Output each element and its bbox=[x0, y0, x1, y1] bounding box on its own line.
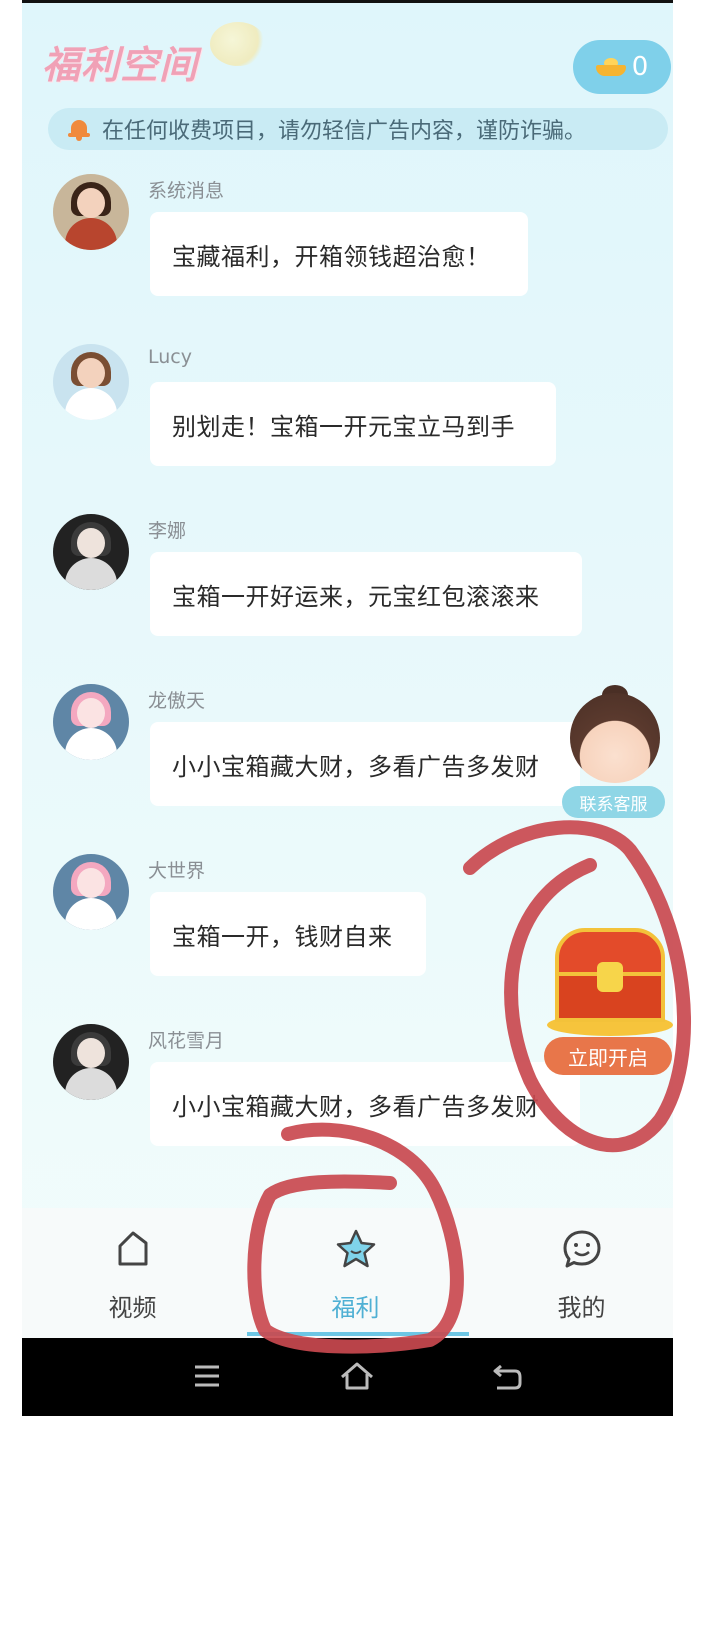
menu-icon[interactable] bbox=[187, 1356, 227, 1396]
message-text: 小小宝箱藏大财，多看广告多发财 bbox=[172, 1092, 540, 1121]
back-icon[interactable] bbox=[487, 1356, 527, 1396]
active-tab-indicator bbox=[247, 1332, 469, 1336]
notice-banner: 在任何收费项目，请勿轻信广告内容，谨防诈骗。 bbox=[48, 108, 668, 150]
title-ingot-decoration bbox=[210, 22, 266, 66]
message-text: 宝箱一开，钱财自来 bbox=[172, 922, 393, 951]
status-line bbox=[22, 0, 673, 3]
star-icon bbox=[336, 1229, 375, 1268]
treasure-chest-icon[interactable] bbox=[547, 928, 673, 1040]
sender-name: 风花雪月 bbox=[148, 1030, 225, 1052]
home-outline-icon[interactable] bbox=[337, 1356, 377, 1396]
system-navigation-bar bbox=[22, 1338, 673, 1416]
message-bubble: 小小宝箱藏大财，多看广告多发财 bbox=[150, 722, 580, 806]
sender-name: 系统消息 bbox=[148, 180, 225, 202]
message-text: 别划走！宝箱一开元宝立马到手 bbox=[172, 412, 515, 441]
message-bubble: 宝箱一开，钱财自来 bbox=[150, 892, 426, 976]
home-icon bbox=[118, 1231, 147, 1266]
message-bubble: 宝箱一开好运来，元宝红包滚滚来 bbox=[150, 552, 582, 636]
tab-video[interactable]: 视频 bbox=[24, 1208, 241, 1338]
sender-name: 大世界 bbox=[148, 860, 206, 882]
tab-label: 视频 bbox=[108, 1294, 157, 1322]
message-text: 宝箱一开好运来，元宝红包滚滚来 bbox=[172, 582, 540, 611]
open-chest-button[interactable]: 立即开启 bbox=[544, 1037, 672, 1075]
message-bubble: 小小宝箱藏大财，多看广告多发财 bbox=[150, 1062, 580, 1146]
avatar[interactable] bbox=[53, 684, 129, 760]
message-text: 宝藏福利，开箱领钱超治愈！ bbox=[172, 242, 491, 271]
message-bubble: 别划走！宝箱一开元宝立马到手 bbox=[150, 382, 556, 466]
avatar[interactable] bbox=[53, 174, 129, 250]
coin-balance-button[interactable]: 0 bbox=[573, 40, 671, 94]
message-text: 小小宝箱藏大财，多看广告多发财 bbox=[172, 752, 540, 781]
tab-welfare[interactable]: 福利 bbox=[247, 1208, 464, 1338]
avatar[interactable] bbox=[53, 344, 129, 420]
sender-name: 龙傲天 bbox=[148, 690, 206, 712]
avatar[interactable] bbox=[53, 514, 129, 590]
message-bubble: 宝藏福利，开箱领钱超治愈！ bbox=[150, 212, 528, 296]
sender-name: Lucy bbox=[148, 346, 192, 368]
customer-service-avatar-icon bbox=[570, 693, 660, 783]
avatar[interactable] bbox=[53, 1024, 129, 1100]
tab-label: 福利 bbox=[331, 1294, 380, 1322]
customer-service-button[interactable]: 联系客服 bbox=[562, 685, 668, 833]
tab-mine[interactable]: 我的 bbox=[473, 1208, 673, 1338]
smile-icon bbox=[563, 1230, 600, 1268]
sender-name: 李娜 bbox=[148, 520, 187, 542]
avatar[interactable] bbox=[53, 854, 129, 930]
bell-icon bbox=[68, 118, 90, 141]
tab-label: 我的 bbox=[557, 1294, 606, 1322]
notice-text: 在任何收费项目，请勿轻信广告内容，谨防诈骗。 bbox=[102, 119, 587, 144]
app-title: 福利空间 bbox=[42, 43, 199, 87]
coin-count: 0 bbox=[631, 52, 649, 82]
phone-screen: 福利空间 0 在任何收费项目，请勿轻信广告内容，谨防诈骗。 系统消息 宝藏福利，… bbox=[22, 0, 673, 1416]
gold-ingot-icon bbox=[595, 58, 626, 76]
bottom-tab-bar: 视频 福利 我的 bbox=[22, 1208, 673, 1338]
customer-service-label: 联系客服 bbox=[562, 786, 665, 818]
